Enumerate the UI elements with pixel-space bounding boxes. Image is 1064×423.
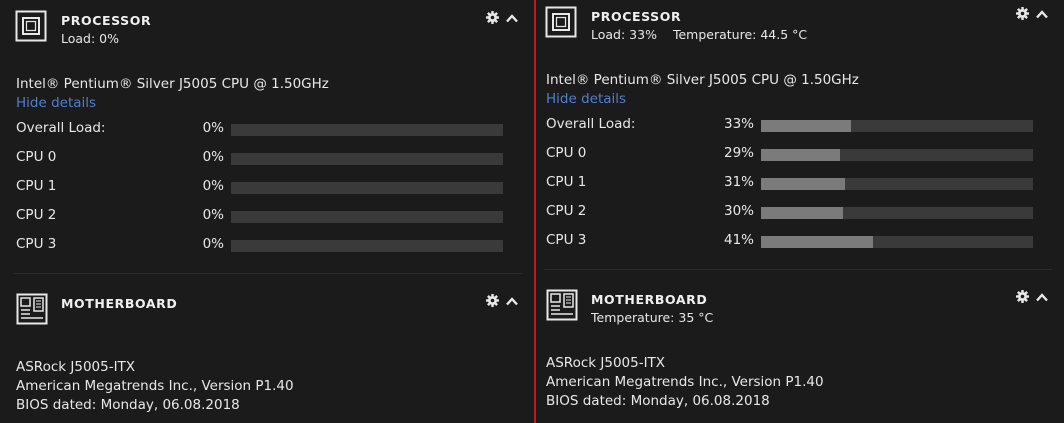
hide-details-link[interactable]: Hide details bbox=[546, 91, 626, 107]
load-label: CPU 2 bbox=[546, 203, 587, 219]
load-label: CPU 3 bbox=[546, 232, 587, 248]
processor-temperature: Temperature: 44.5 °C bbox=[672, 27, 808, 42]
load-percent: 0% bbox=[202, 207, 224, 223]
motherboard-icon bbox=[16, 293, 48, 325]
load-percent: 0% bbox=[202, 236, 224, 252]
load-percent: 29% bbox=[723, 145, 754, 161]
load-bar bbox=[761, 236, 1033, 248]
processor-title: PROCESSOR bbox=[591, 9, 682, 24]
section-divider bbox=[14, 273, 522, 274]
processor-summary: Load: 33% Temperature: 44.5 °C bbox=[591, 27, 807, 42]
load-bar-fill bbox=[761, 149, 840, 161]
cpu-chip-icon bbox=[545, 6, 577, 38]
load-bar bbox=[761, 178, 1033, 190]
motherboard-title: MOTHERBOARD bbox=[591, 292, 708, 307]
load-bar-fill bbox=[761, 178, 846, 190]
load-label: Overall Load: bbox=[16, 120, 106, 136]
load-bar-fill bbox=[761, 120, 851, 132]
motherboard-temperature: Temperature: 35 °C bbox=[591, 310, 714, 325]
gear-icon[interactable] bbox=[1016, 7, 1029, 20]
monitor-panel-left: PROCESSOR Load: 0% Intel® Pentium® Silve… bbox=[0, 0, 534, 423]
load-label: CPU 3 bbox=[16, 236, 57, 252]
load-label: CPU 0 bbox=[16, 149, 57, 165]
processor-summary: Load: 0% bbox=[61, 31, 119, 46]
bios-date: BIOS dated: Monday, 06.08.2018 bbox=[546, 393, 770, 409]
load-label: Overall Load: bbox=[546, 116, 636, 132]
processor-load: Load: 0% bbox=[61, 31, 120, 46]
load-percent: 0% bbox=[202, 120, 224, 136]
load-percent: 0% bbox=[202, 149, 224, 165]
cpu-chip-icon bbox=[15, 10, 47, 42]
processor-title: PROCESSOR bbox=[61, 13, 152, 28]
gear-icon[interactable] bbox=[486, 11, 499, 24]
load-percent: 33% bbox=[723, 116, 754, 132]
chevron-up-icon[interactable] bbox=[1036, 9, 1048, 19]
load-bar-fill bbox=[761, 207, 843, 219]
section-divider bbox=[544, 269, 1052, 270]
bios-date: BIOS dated: Monday, 06.08.2018 bbox=[16, 397, 240, 413]
gear-icon[interactable] bbox=[486, 294, 499, 307]
load-bar bbox=[231, 182, 503, 194]
bios-vendor: American Megatrends Inc., Version P1.40 bbox=[546, 374, 824, 390]
load-bar bbox=[231, 211, 503, 223]
gear-icon[interactable] bbox=[1016, 290, 1029, 303]
load-bar bbox=[761, 120, 1033, 132]
load-bar bbox=[231, 124, 503, 136]
load-percent: 31% bbox=[723, 174, 754, 190]
load-bar-fill bbox=[761, 236, 873, 248]
motherboard-model: ASRock J5005-ITX bbox=[16, 359, 136, 375]
chevron-up-icon[interactable] bbox=[1036, 292, 1048, 302]
processor-load: Load: 33% bbox=[591, 27, 657, 42]
load-percent: 41% bbox=[723, 232, 754, 248]
load-percent: 0% bbox=[202, 178, 224, 194]
motherboard-title: MOTHERBOARD bbox=[61, 296, 178, 311]
load-bar bbox=[761, 149, 1033, 161]
load-bar bbox=[231, 240, 503, 252]
load-bar bbox=[761, 207, 1033, 219]
motherboard-icon bbox=[546, 289, 578, 321]
cpu-name: Intel® Pentium® Silver J5005 CPU @ 1.50G… bbox=[546, 72, 859, 88]
chevron-up-icon[interactable] bbox=[506, 13, 518, 23]
load-bar bbox=[231, 153, 503, 165]
chevron-up-icon[interactable] bbox=[506, 296, 518, 306]
load-percent: 30% bbox=[723, 203, 754, 219]
load-label: CPU 2 bbox=[16, 207, 57, 223]
motherboard-model: ASRock J5005-ITX bbox=[546, 355, 666, 371]
bios-vendor: American Megatrends Inc., Version P1.40 bbox=[16, 378, 294, 394]
cpu-name: Intel® Pentium® Silver J5005 CPU @ 1.50G… bbox=[16, 76, 329, 92]
load-label: CPU 1 bbox=[16, 178, 57, 194]
monitor-panel-right: PROCESSOR Load: 33% Temperature: 44.5 °C … bbox=[536, 0, 1064, 423]
hide-details-link[interactable]: Hide details bbox=[16, 95, 96, 111]
load-label: CPU 0 bbox=[546, 145, 587, 161]
load-label: CPU 1 bbox=[546, 174, 587, 190]
